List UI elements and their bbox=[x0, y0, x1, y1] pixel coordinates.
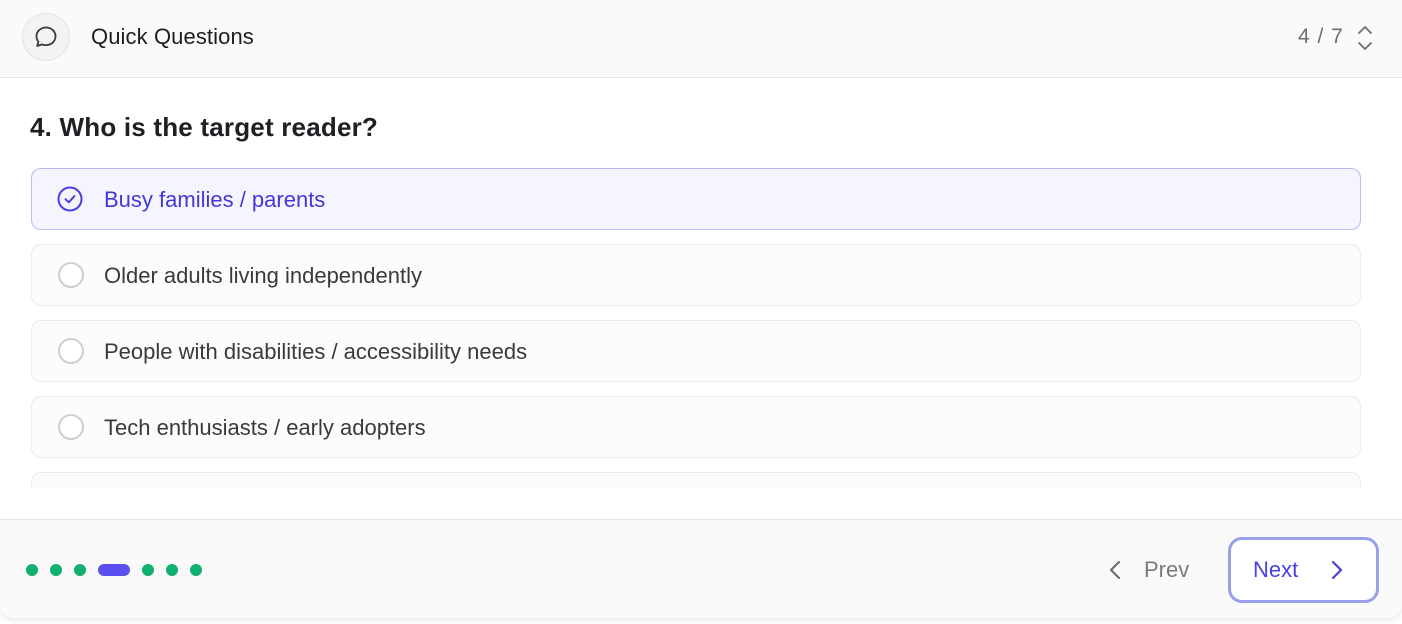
option-older-adults[interactable]: Older adults living independently bbox=[31, 244, 1361, 306]
panel-title: Quick Questions bbox=[91, 24, 254, 49]
progress-dot[interactable] bbox=[142, 564, 154, 576]
progress-dot[interactable] bbox=[74, 564, 86, 576]
next-button[interactable]: Next bbox=[1228, 537, 1379, 603]
progress-dot[interactable] bbox=[50, 564, 62, 576]
question-counter: 4 / 7 bbox=[1298, 25, 1344, 48]
radio-circle-icon bbox=[58, 338, 84, 364]
progress-dot[interactable] bbox=[166, 564, 178, 576]
progress-dot-active[interactable] bbox=[98, 564, 130, 576]
progress-dot[interactable] bbox=[190, 564, 202, 576]
option-partial[interactable] bbox=[31, 472, 1361, 488]
prev-label: Prev bbox=[1144, 557, 1190, 582]
option-tech-enthusiasts[interactable]: Tech enthusiasts / early adopters bbox=[31, 396, 1361, 458]
check-circle-icon bbox=[57, 186, 83, 212]
panel-header: Quick Questions 4 / 7 bbox=[0, 0, 1402, 78]
option-label: Older adults living independently bbox=[104, 263, 422, 288]
radio-circle-icon bbox=[58, 414, 84, 440]
question-text: 4. Who is the target reader? bbox=[30, 112, 379, 142]
panel-footer: Prev Next bbox=[0, 519, 1402, 618]
progress-dot[interactable] bbox=[26, 564, 38, 576]
option-label: Busy families / parents bbox=[104, 187, 326, 212]
chat-bubble-icon[interactable] bbox=[22, 13, 70, 61]
chevron-left-icon bbox=[1109, 560, 1121, 580]
option-label: People with disabilities / accessibility… bbox=[104, 339, 528, 364]
chevron-right-icon bbox=[1331, 560, 1343, 580]
progress-dots bbox=[26, 564, 214, 576]
chevron-up-down-icon[interactable] bbox=[1353, 23, 1377, 53]
option-disabilities[interactable]: People with disabilities / accessibility… bbox=[31, 320, 1361, 382]
option-busy-families[interactable]: Busy families / parents bbox=[31, 168, 1361, 230]
options-list: Busy families / parents Older adults liv… bbox=[0, 160, 1402, 488]
option-label: Tech enthusiasts / early adopters bbox=[104, 415, 426, 440]
prev-button[interactable]: Prev bbox=[1108, 550, 1189, 590]
next-label: Next bbox=[1253, 557, 1299, 582]
quick-questions-panel: Quick Questions 4 / 7 4. Who is the targ… bbox=[0, 0, 1402, 618]
radio-circle-icon bbox=[58, 262, 84, 288]
